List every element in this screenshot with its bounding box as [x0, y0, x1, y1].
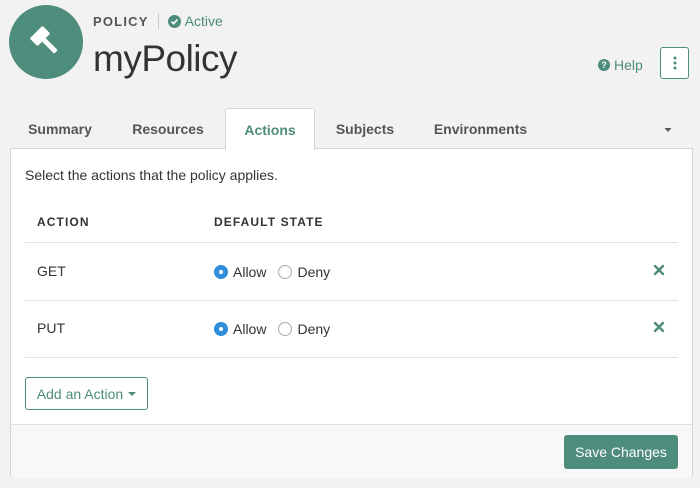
- kicker-divider: [157, 13, 159, 29]
- action-name: GET: [37, 263, 66, 279]
- tab-subjects[interactable]: Subjects: [320, 108, 410, 149]
- help-label: Help: [614, 57, 643, 73]
- caret-down-icon[interactable]: [660, 123, 676, 135]
- deny-radio[interactable]: [278, 265, 293, 279]
- table-row: GET Allow Deny: [25, 243, 678, 300]
- remove-icon[interactable]: [652, 320, 666, 334]
- kebab-icon: [673, 56, 676, 70]
- deny-radio[interactable]: [278, 322, 293, 336]
- entity-type-label: POLICY: [93, 13, 149, 29]
- add-action-label: Add an Action: [36, 385, 124, 402]
- deny-label: Deny: [297, 321, 331, 337]
- action-name: PUT: [37, 320, 65, 336]
- policy-logo: [9, 5, 83, 79]
- table-divider: [25, 357, 678, 358]
- column-header-default-state: DEFAULT STATE: [214, 215, 324, 229]
- tab-summary[interactable]: Summary: [10, 108, 110, 149]
- caret-down-icon: [128, 391, 137, 396]
- save-changes-button[interactable]: Save Changes: [564, 435, 678, 469]
- deny-option[interactable]: Deny: [278, 264, 342, 280]
- more-actions-button[interactable]: [660, 47, 689, 79]
- table-row: PUT Allow Deny: [25, 300, 678, 357]
- policy-tabs: Summary Resources Actions Subjects Envir…: [10, 108, 693, 150]
- policy-kicker: POLICY Active: [93, 13, 223, 29]
- allow-radio[interactable]: [214, 265, 228, 279]
- deny-label: Deny: [297, 264, 331, 280]
- default-state-radio-group: Allow Deny: [214, 264, 342, 280]
- actions-panel: Select the actions that the policy appli…: [10, 148, 693, 478]
- page-title: myPolicy: [93, 38, 238, 79]
- status-label: Active: [184, 13, 223, 29]
- actions-intro: Select the actions that the policy appli…: [25, 167, 278, 183]
- gavel-icon: [30, 26, 58, 54]
- status-badge: Active: [167, 13, 223, 29]
- allow-option[interactable]: Allow: [214, 264, 278, 280]
- add-action-button[interactable]: Add an Action: [25, 377, 148, 410]
- help-link[interactable]: ? Help: [598, 57, 643, 73]
- panel-footer: Save Changes: [11, 424, 692, 478]
- allow-label: Allow: [233, 321, 267, 337]
- check-circle-icon: [167, 14, 181, 28]
- tab-resources[interactable]: Resources: [118, 108, 218, 149]
- page-header: POLICY Active myPolicy ? Help: [0, 0, 700, 108]
- tab-environments[interactable]: Environments: [418, 108, 543, 149]
- tab-actions[interactable]: Actions: [225, 108, 315, 150]
- allow-radio[interactable]: [214, 322, 228, 336]
- svg-text:?: ?: [601, 60, 607, 70]
- allow-label: Allow: [233, 264, 267, 280]
- default-state-radio-group: Allow Deny: [214, 321, 342, 337]
- allow-option[interactable]: Allow: [214, 321, 278, 337]
- remove-icon[interactable]: [652, 263, 666, 277]
- deny-option[interactable]: Deny: [278, 321, 342, 337]
- question-circle-icon: ?: [598, 59, 610, 71]
- column-header-action: ACTION: [37, 215, 90, 229]
